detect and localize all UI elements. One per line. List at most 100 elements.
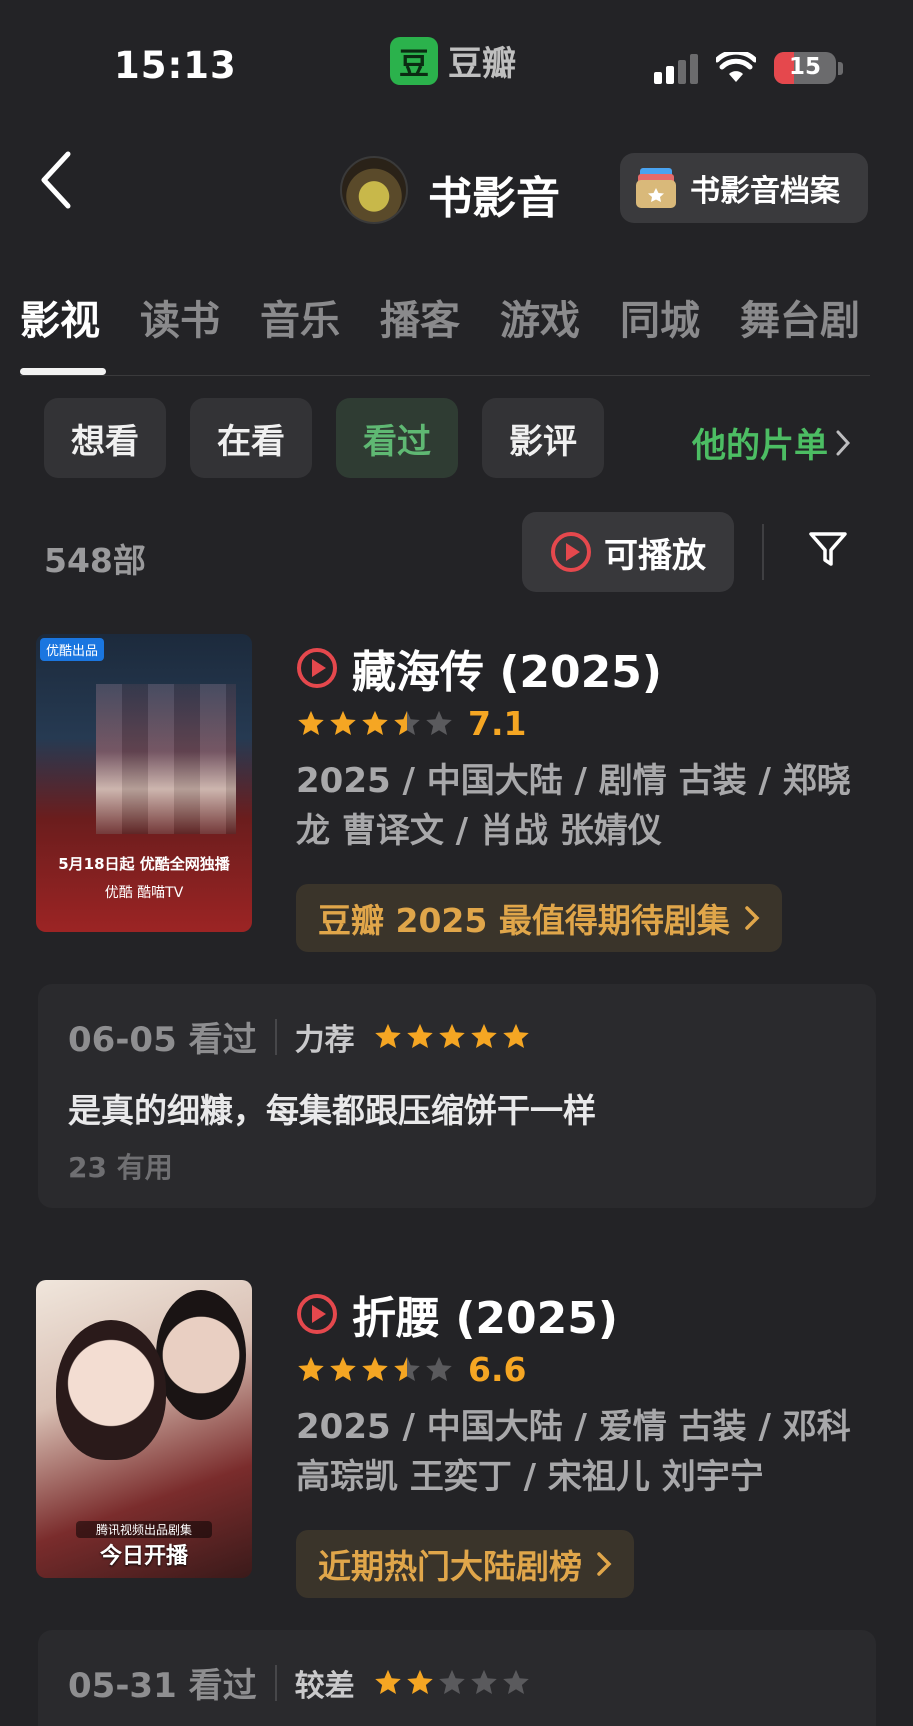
active-tab-indicator (20, 368, 106, 375)
poster-image[interactable]: 腾讯视频出品剧集 今日开播 (36, 1280, 252, 1578)
star-icon (330, 1356, 356, 1381)
star-icon (362, 710, 388, 735)
tab-theater[interactable]: 舞台剧 (740, 288, 860, 346)
chevron-right-icon (597, 1552, 612, 1576)
review-divider (274, 1018, 277, 1055)
subtab-want[interactable]: 想看 (44, 398, 166, 478)
rating-score: 6.6 (468, 1350, 527, 1389)
star-icon (330, 710, 356, 735)
star-icon (502, 1023, 529, 1048)
star-icon (470, 1669, 497, 1694)
star-icon (362, 1356, 388, 1381)
review-date: 06-05 看过 (68, 1020, 257, 1060)
star-icon (406, 1023, 433, 1048)
battery-level: 15 (788, 54, 821, 80)
douban-logo-icon: 豆 (390, 36, 438, 85)
avatar[interactable] (340, 156, 408, 224)
review-verdict: 力荐 (294, 1022, 355, 1058)
battery-icon: 15 (774, 52, 836, 84)
poster-caption: 今日开播 (99, 1544, 188, 1569)
review-divider (274, 1664, 277, 1701)
playable-filter-label: 可播放 (604, 535, 706, 576)
star-rating (296, 709, 454, 739)
item-count: 548部 (44, 541, 146, 580)
filter-separator (762, 524, 764, 580)
review-card[interactable]: 06-05 看过 力荐 是真的细糠，每集都跟压缩饼干一样 23 有用 (38, 984, 876, 1208)
playlist-link[interactable]: 他的片单 (692, 418, 852, 467)
star-icon (426, 710, 452, 735)
star-rating (296, 1355, 454, 1385)
wifi-icon (716, 52, 756, 82)
play-circle-icon (297, 1294, 337, 1334)
poster-figure (56, 1320, 166, 1460)
review-verdict: 较差 (294, 1668, 355, 1704)
app-indicator: 豆 豆瓣 (390, 36, 516, 85)
status-time: 15:13 (114, 44, 237, 87)
star-icon (470, 1023, 497, 1048)
item-title-row[interactable]: 折腰 (2025) (296, 1282, 618, 1346)
star-icon (374, 1023, 401, 1048)
back-icon[interactable] (38, 150, 74, 210)
tab-books[interactable]: 读书 (140, 288, 220, 346)
item-title: 折腰 (2025) (352, 1293, 618, 1344)
tab-local[interactable]: 同城 (620, 288, 700, 346)
chevron-right-icon (745, 906, 760, 930)
review-stars (373, 1022, 531, 1052)
poster-image[interactable]: 优酷出品 5月18日起 优酷全网独播 优酷 酷喵TV (36, 634, 252, 932)
poster-figure (96, 684, 236, 834)
archive-button[interactable]: 书影音档案 (620, 153, 868, 223)
archive-label: 书影音档案 (690, 174, 840, 209)
star-icon (374, 1669, 401, 1694)
review-text: 是真的细糠，每集都跟压缩饼干一样 (68, 1091, 596, 1130)
star-icon (426, 1356, 452, 1381)
poster-tag: 腾讯视频出品剧集 (76, 1521, 212, 1538)
star-icon (394, 710, 420, 735)
subtab-watched[interactable]: 看过 (336, 398, 458, 478)
ranking-label: 豆瓣 2025 最值得期待剧集 (318, 901, 730, 940)
playlist-link-label: 他的片单 (692, 426, 828, 466)
app-name: 豆瓣 (448, 44, 516, 84)
page-title: 书影音 (428, 173, 560, 224)
subtab-watching[interactable]: 在看 (190, 398, 312, 478)
play-circle-icon (551, 532, 591, 572)
playable-filter-button[interactable]: 可播放 (522, 512, 734, 592)
tab-music[interactable]: 音乐 (260, 288, 340, 346)
tab-podcast[interactable]: 播客 (380, 288, 460, 346)
poster-platforms: 优酷 酷喵TV (104, 885, 184, 901)
rating-row: 7.1 (296, 704, 526, 743)
cellular-signal-icon (654, 54, 698, 84)
filter-icon[interactable] (808, 530, 848, 570)
tab-film-tv[interactable]: 影视 (20, 288, 100, 346)
battery-cap (838, 62, 843, 75)
star-icon (438, 1023, 465, 1048)
tabs-divider (20, 375, 870, 376)
tab-games[interactable]: 游戏 (500, 288, 580, 346)
ranking-chip[interactable]: 近期热门大陆剧榜 (296, 1530, 634, 1598)
star-icon (406, 1669, 433, 1694)
item-title: 藏海传 (2025) (352, 647, 662, 698)
star-icon (298, 1356, 324, 1381)
item-meta: 2025 / 中国大陆 / 剧情 古装 / 郑晓龙 曹译文 / 肖战 张婧仪 (296, 761, 851, 851)
star-icon (438, 1669, 465, 1694)
poster-badge: 优酷出品 (40, 638, 105, 661)
star-icon (394, 1356, 420, 1381)
category-tabs: 影视 读书 音乐 播客 游戏 同城 舞台剧 (20, 288, 900, 346)
rating-row: 6.6 (296, 1350, 526, 1389)
item-title-row[interactable]: 藏海传 (2025) (296, 636, 662, 700)
ranking-chip[interactable]: 豆瓣 2025 最值得期待剧集 (296, 884, 782, 952)
star-icon (502, 1669, 529, 1694)
item-meta: 2025 / 中国大陆 / 爱情 古装 / 邓科 高琮凯 王奕丁 / 宋祖儿 刘… (296, 1407, 851, 1497)
ranking-label: 近期热门大陆剧榜 (318, 1547, 582, 1586)
play-circle-icon (297, 648, 337, 688)
review-date: 05-31 看过 (68, 1666, 257, 1706)
poster-date: 5月18日起 优酷全网独播 (58, 855, 230, 873)
archive-icon (636, 168, 676, 208)
rating-score: 7.1 (468, 704, 527, 743)
chevron-right-icon (836, 430, 851, 455)
poster-figure (156, 1290, 246, 1420)
review-card[interactable]: 05-31 看过 较差 (38, 1630, 876, 1726)
useful-count[interactable]: 23 有用 (68, 1146, 173, 1186)
subtab-reviews[interactable]: 影评 (482, 398, 604, 478)
star-icon (298, 710, 324, 735)
review-stars (373, 1668, 531, 1698)
